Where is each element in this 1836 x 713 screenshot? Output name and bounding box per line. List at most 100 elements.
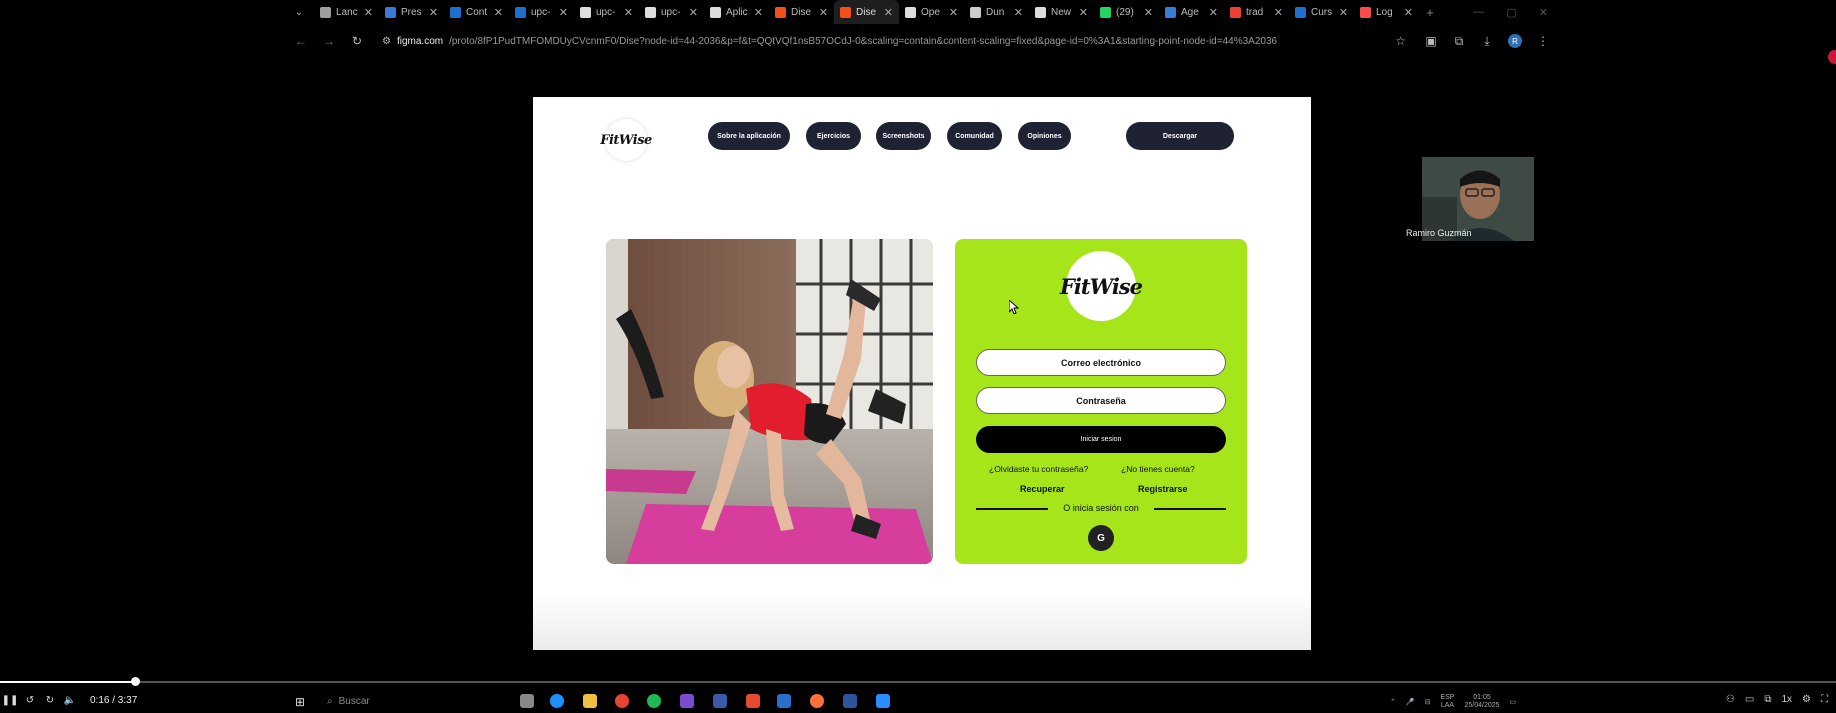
nav-ejercicios[interactable]: Ejercicios <box>806 122 861 150</box>
header-logo[interactable]: FitWise <box>600 119 652 161</box>
tab-close-icon[interactable]: ✕ <box>819 6 828 19</box>
tab-close-icon[interactable]: ✕ <box>624 6 633 19</box>
reading-list-icon[interactable]: ▣ <box>1420 30 1442 52</box>
register-link[interactable]: Registrarse <box>1138 484 1188 494</box>
network-icon[interactable]: ⊟ <box>1425 698 1431 706</box>
close-window-icon[interactable]: ✕ <box>1539 6 1548 19</box>
browser-tab[interactable]: New ✕ <box>1029 0 1094 24</box>
fullscreen-icon[interactable]: ⛶ <box>1821 694 1828 705</box>
site-info-icon[interactable]: ⚙ <box>382 36 391 47</box>
tab-favicon-icon <box>840 6 851 18</box>
tab-close-icon[interactable]: ✕ <box>1339 6 1348 19</box>
notifications-icon[interactable]: ▭ <box>1510 698 1517 706</box>
tab-favicon-icon <box>1295 6 1306 18</box>
address-bar[interactable]: ⚙ figma.com/proto/8fP1PudTMFOMDUyCVcnmF0… <box>374 30 1414 52</box>
browser-tab[interactable]: Dun ✕ <box>964 0 1029 24</box>
tab-close-icon[interactable]: ✕ <box>1404 6 1413 19</box>
language-indicator[interactable]: ESP LAA <box>1440 694 1454 710</box>
video-progress-bar[interactable] <box>0 677 1836 686</box>
windows-taskbar: ⊞ ⌕ Buscar ⌃ 🎤 ⊟ ESP LAA 01:05 25/04/2025 … <box>0 690 1836 713</box>
tab-favicon-icon <box>775 6 786 18</box>
app-icon[interactable] <box>713 694 727 708</box>
browser-tab[interactable]: upc- ✕ <box>509 0 574 24</box>
spotify-icon[interactable] <box>647 694 661 708</box>
tab-close-icon[interactable]: ✕ <box>1209 6 1218 19</box>
browser-tab[interactable]: trad ✕ <box>1224 0 1289 24</box>
tab-close-icon[interactable]: ✕ <box>559 6 568 19</box>
new-tab-button[interactable]: + <box>1419 5 1441 20</box>
browser-tab[interactable]: (29) ✕ <box>1094 0 1159 24</box>
taskbar-search[interactable]: ⌕ Buscar <box>327 692 497 711</box>
browser-tab[interactable]: Age ✕ <box>1159 0 1224 24</box>
task-view-icon[interactable] <box>520 694 534 708</box>
windows-start-icon[interactable]: ⊞ <box>295 695 307 709</box>
recover-link[interactable]: Recuperar <box>1020 484 1065 494</box>
taskbar-clock[interactable]: 01:05 25/04/2025 <box>1464 694 1499 710</box>
extensions-icon[interactable]: ⧉ <box>1448 30 1470 52</box>
minimize-icon[interactable]: — <box>1473 6 1484 18</box>
browser-tab[interactable]: upc- ✕ <box>639 0 704 24</box>
browser-menu-icon[interactable]: ⋮ <box>1532 30 1554 52</box>
speed-label[interactable]: 1x <box>1781 694 1792 705</box>
mic-icon[interactable]: 🎤 <box>1406 698 1415 706</box>
tab-search-chevron-icon[interactable]: ⌄ <box>284 0 314 24</box>
tab-close-icon[interactable]: ✕ <box>884 6 893 19</box>
app2-icon[interactable] <box>777 694 791 708</box>
tab-label: (29) <box>1116 6 1134 18</box>
login-button[interactable]: Iniciar sesion <box>976 426 1226 453</box>
file-explorer-icon[interactable] <box>583 694 597 708</box>
captions-icon[interactable]: ▭ <box>1745 694 1754 705</box>
password-field[interactable]: Contraseña <box>976 387 1226 414</box>
browser-tab[interactable]: Cont ✕ <box>444 0 509 24</box>
webcam-participant-name: Ramiro Guzmán <box>1406 228 1472 238</box>
browser-tab[interactable]: Aplic ✕ <box>704 0 769 24</box>
tray-chevron-icon[interactable]: ⌃ <box>1390 698 1396 706</box>
tab-close-icon[interactable]: ✕ <box>1274 6 1283 19</box>
edge-icon[interactable] <box>550 694 564 708</box>
download-icon[interactable]: ⤓ <box>1476 30 1498 52</box>
tab-close-icon[interactable]: ✕ <box>949 6 958 19</box>
nav-opiniones[interactable]: Opiniones <box>1018 122 1071 150</box>
forward-icon[interactable]: → <box>318 30 340 52</box>
browser-tab[interactable]: Dise ✕ <box>834 0 899 24</box>
browser-tab[interactable]: Dise ✕ <box>769 0 834 24</box>
bookmark-star-icon[interactable]: ☆ <box>1395 34 1406 48</box>
tab-close-icon[interactable]: ✕ <box>364 6 373 19</box>
git-icon[interactable] <box>746 694 760 708</box>
google-login-button[interactable]: G <box>1088 525 1114 551</box>
chrome-icon[interactable] <box>615 694 629 708</box>
visual-studio-icon[interactable] <box>680 694 694 708</box>
tab-close-icon[interactable]: ✕ <box>689 6 698 19</box>
nav-comunidad[interactable]: Comunidad <box>947 122 1002 150</box>
nav-screenshots[interactable]: Screenshots <box>876 122 931 150</box>
browser-tab[interactable]: Log ✕ <box>1354 0 1419 24</box>
browser-tab[interactable]: Ope ✕ <box>899 0 964 24</box>
word-icon[interactable] <box>843 694 857 708</box>
settings-gear-icon[interactable]: ⚙ <box>1802 694 1811 705</box>
zoom-icon[interactable] <box>876 694 890 708</box>
reload-icon[interactable]: ↻ <box>346 30 368 52</box>
maximize-icon[interactable]: ▢ <box>1506 6 1516 19</box>
url-path: /proto/8fP1PudTMFOMDUyCVcnmF0/Dise?node-… <box>449 35 1278 47</box>
tab-close-icon[interactable]: ✕ <box>494 6 503 19</box>
browser-tab[interactable]: Curs ✕ <box>1289 0 1354 24</box>
browser-tab[interactable]: upc- ✕ <box>574 0 639 24</box>
firefox-icon[interactable] <box>810 694 824 708</box>
email-field[interactable]: Correo electrónico <box>976 349 1226 376</box>
language-region: LAA <box>1440 702 1455 709</box>
tab-close-icon[interactable]: ✕ <box>1144 6 1153 19</box>
people-icon[interactable]: ⚇ <box>1726 694 1735 705</box>
profile-button[interactable]: R <box>1504 30 1526 52</box>
pip-icon[interactable]: ⧉ <box>1764 694 1771 705</box>
tab-close-icon[interactable]: ✕ <box>754 6 763 19</box>
nav-sobre-la-aplicacion[interactable]: Sobre la aplicación <box>708 122 790 150</box>
tab-close-icon[interactable]: ✕ <box>429 6 438 19</box>
download-button[interactable]: Descargar <box>1126 122 1234 150</box>
browser-tab[interactable]: Lanc ✕ <box>314 0 379 24</box>
tab-favicon-icon <box>450 6 461 18</box>
back-icon[interactable]: ← <box>290 30 312 52</box>
tab-close-icon[interactable]: ✕ <box>1014 6 1023 19</box>
video-progress-knob[interactable] <box>131 677 140 686</box>
tab-close-icon[interactable]: ✕ <box>1079 6 1088 19</box>
browser-tab[interactable]: Pres ✕ <box>379 0 444 24</box>
